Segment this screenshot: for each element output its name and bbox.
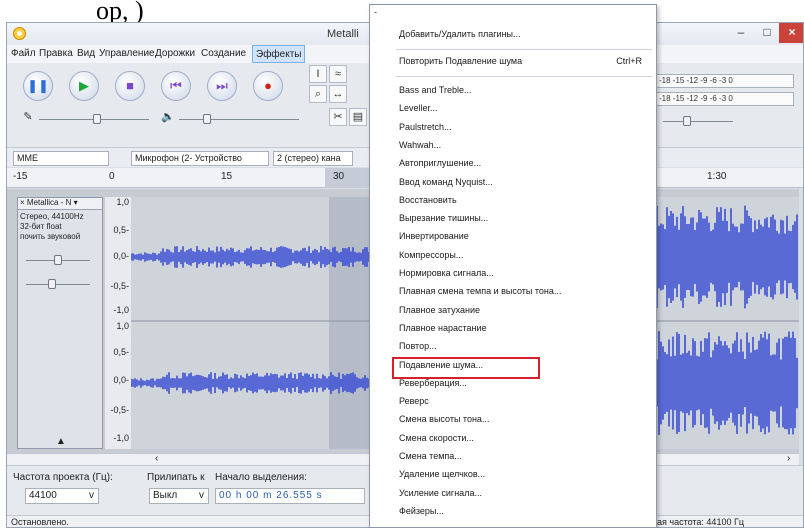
zoom-tool-icon[interactable]: ⌕ [309,85,327,103]
effects-menu: - Добавить/Удалить плагины... Повторить … [369,4,657,528]
menu-item-effect[interactable]: Реверс [370,392,656,410]
menu-generate[interactable]: Создание [201,48,246,59]
ruler-label: 1:30 [707,171,727,182]
menu-item-effect[interactable]: Удаление щелчков... [370,465,656,483]
selection-start-label: Начало выделения: [215,472,307,483]
chevron-down-icon: v [89,490,94,501]
close-icon[interactable]: × [779,23,803,43]
audacity-app-icon [13,27,26,40]
track-name-menu[interactable]: × Metallica - N ▾ [18,198,102,210]
recording-device-select[interactable]: Микрофон (2- Устройство [131,151,269,166]
menu-file[interactable]: Файл [11,48,36,59]
mic-icon: ✎ [23,111,33,123]
record-button[interactable]: ● [253,71,283,101]
play-icon: ▶ [79,78,89,93]
project-rate-label: Частота проекта (Гц): [13,472,113,483]
skip-end-button[interactable]: ⏭ [207,71,237,101]
track-pan-slider[interactable] [48,279,56,289]
menu-item-effect[interactable]: Автоприглушение... [370,154,656,172]
menu-item-effect[interactable]: Bass and Treble... [370,81,656,99]
collapse-track-icon[interactable]: ▲ [56,436,66,447]
envelope-tool-icon[interactable]: ≈ [329,65,347,83]
track-info: почить звуковой [20,232,81,241]
playback-meter[interactable]: -18 -15 -12 -9 -6 -3 0 [654,92,794,106]
audio-host-select[interactable]: MME [13,151,109,166]
output-volume-slider[interactable] [203,114,211,124]
menu-item-effect[interactable]: Инвертирование [370,227,656,245]
menu-item-effect[interactable]: Компрессоры... [370,246,656,264]
window-title: Metalli [327,28,359,40]
speaker-icon: 🔈 [161,111,175,123]
track-info: 32-бит float [20,222,62,231]
ruler-label: 30 [333,171,345,182]
snap-select[interactable]: Выкл v [149,488,209,504]
menu-tracks[interactable]: Дорожки [155,48,195,59]
menu-item-effect[interactable]: Paulstretch... [370,118,656,136]
skip-start-button[interactable]: ⏮ [161,71,191,101]
stop-icon: ■ [126,78,134,93]
menu-gripper-icon: - [374,7,377,17]
minimize-icon[interactable]: – [729,23,753,43]
shortcut-text: Ctrl+R [616,56,642,66]
status-text: Остановлено. [11,517,69,527]
play-button[interactable]: ▶ [69,71,99,101]
menu-item-effect[interactable]: Смена высоты тона... [370,410,656,428]
input-volume-slider[interactable] [93,114,101,124]
skip-start-icon: ⏮ [170,78,182,93]
channels-select[interactable]: 2 (стерео) кана [273,151,353,166]
menu-view[interactable]: Вид [77,48,95,59]
menu-item-effect[interactable]: Повтор... [370,337,656,355]
ruler-label: 15 [221,171,233,182]
record-meter[interactable]: -18 -15 -12 -9 -6 -3 0 [654,74,794,88]
scroll-left-icon[interactable]: ‹ [155,453,158,464]
menu-item-effect[interactable]: Усиление сигнала... [370,484,656,502]
ruler-label: -15 [13,171,28,182]
menu-item-effect[interactable]: Плавная смена темпа и высоты тона... [370,282,656,300]
timeshift-tool-icon[interactable]: ↔ [329,85,347,103]
menu-item-effect[interactable]: Leveller... [370,99,656,117]
stop-button[interactable]: ■ [115,71,145,101]
menu-item-effect[interactable]: Смена скорости... [370,429,656,447]
menu-item-effect[interactable]: Плавное затухание [370,301,656,319]
menu-item-repeat-noise-reduction[interactable]: Повторить Подавление шума Ctrl+R [370,50,656,72]
pause-icon: ❚❚ [27,78,49,93]
playback-speed-slider[interactable] [683,116,691,126]
menu-item-effect[interactable]: Фейзеры... [370,502,656,520]
menu-separator [396,76,652,77]
scroll-right-icon[interactable]: › [787,453,790,464]
selection-start-field[interactable]: 00 h 00 m 26.555 s [215,488,365,504]
track-control-panel[interactable]: × Metallica - N ▾ Стерео, 44100Hz 32-бит… [17,197,103,449]
cut-icon[interactable]: ✂ [329,108,347,126]
track-info: Стерео, 44100Hz [20,212,84,221]
skip-end-icon: ⏭ [216,78,228,93]
highlight-box [392,357,540,379]
menu-item-effect[interactable]: Смена темпа... [370,447,656,465]
maximize-icon[interactable]: □ [755,23,779,43]
record-icon: ● [264,78,272,93]
amplitude-scale: 1,0 0,5- 0,0- -0,5- -1,0 1,0 0,5- 0,0- -… [105,197,131,449]
menu-item-effect[interactable]: Плавное нарастание [370,319,656,337]
status-rate: ая частота: 44100 Гц [657,517,744,527]
selection-tool-icon[interactable]: I [309,65,327,83]
copy-icon[interactable]: ▤ [349,108,367,126]
chevron-down-icon: v [199,490,204,501]
menu-item-effect[interactable]: Восстановить [370,191,656,209]
menu-effects[interactable]: Эффекты [252,45,306,63]
menu-edit[interactable]: Правка [39,48,73,59]
snap-label: Прилипать к [147,472,205,483]
menu-item-add-remove-plugins[interactable]: Добавить/Удалить плагины... [370,23,656,45]
menu-item-effect[interactable]: Wahwah... [370,136,656,154]
ruler-label: 0 [109,171,115,182]
menu-item-effect[interactable]: Вырезание тишины... [370,209,656,227]
menu-transport[interactable]: Управление [99,48,155,59]
project-rate-select[interactable]: 44100 v [25,488,99,504]
menu-item-effect[interactable]: Ввод команд Nyquist... [370,173,656,191]
menu-item-effect[interactable]: Нормировка сигнала... [370,264,656,282]
pause-button[interactable]: ❚❚ [23,71,53,101]
track-gain-slider[interactable] [54,255,62,265]
